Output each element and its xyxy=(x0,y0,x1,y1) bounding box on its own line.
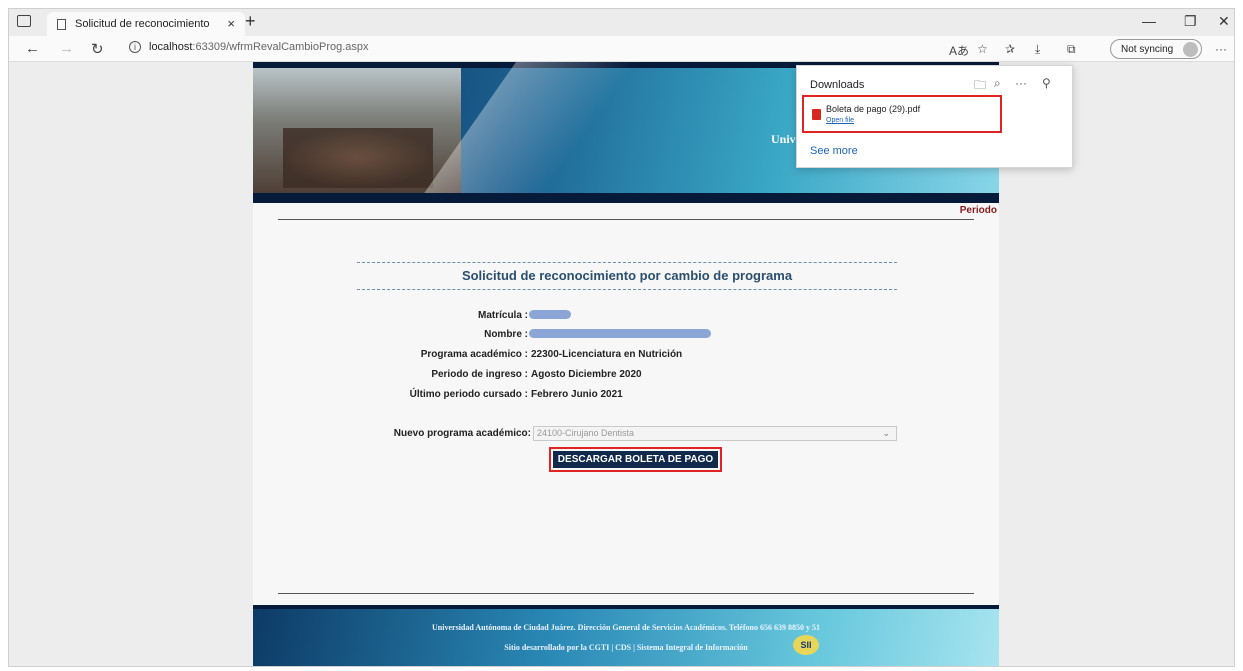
more-menu-icon[interactable]: ··· xyxy=(1215,42,1227,56)
new-program-selected: 24100-Cirujano Dentista xyxy=(537,428,635,438)
tab-strip: Solicitud de reconocimiento × + — ❐ ✕ xyxy=(9,9,1234,36)
read-aloud-icon[interactable]: Aあ xyxy=(949,42,969,59)
url-path: :63309/wfrmRevalCambioProg.aspx xyxy=(192,41,369,53)
redacted-matricula xyxy=(529,310,571,319)
back-icon[interactable]: ← xyxy=(25,40,40,57)
url-host: localhost xyxy=(149,41,193,53)
downloads-title: Downloads xyxy=(810,79,865,91)
download-item[interactable]: Boleta de pago (29).pdf Open file xyxy=(802,95,1002,133)
profile-label: Not syncing xyxy=(1121,43,1174,55)
minimize-icon[interactable]: — xyxy=(1142,13,1156,29)
field-label-nombre: Nombre : xyxy=(484,329,528,340)
divider-bottom xyxy=(278,593,974,594)
more-options-icon[interactable]: ··· xyxy=(1015,76,1027,90)
form-title: Solicitud de reconocimiento por cambio d… xyxy=(461,268,793,283)
avatar-icon xyxy=(1183,42,1198,57)
chevron-down-icon: ⌄ xyxy=(882,428,890,438)
maximize-icon[interactable]: ❐ xyxy=(1184,13,1197,30)
tab-title: Solicitud de reconocimiento xyxy=(75,18,210,30)
field-label-programa: Programa académico : xyxy=(420,349,528,360)
url-field[interactable]: i localhost :63309/wfrmRevalCambioProg.a… xyxy=(129,41,369,53)
header-photo xyxy=(253,68,461,193)
header-university-text: Univ xyxy=(771,132,796,146)
profile-button[interactable]: Not syncing xyxy=(1110,39,1202,59)
field-value-programa: 22300-Licenciatura en Nutrición xyxy=(531,349,683,360)
site-info-icon[interactable]: i xyxy=(129,41,141,53)
pdf-icon xyxy=(812,109,821,120)
browser-window: Solicitud de reconocimiento × + — ❐ ✕ ← … xyxy=(8,8,1235,667)
collections-icon[interactable]: ⧉ xyxy=(1067,42,1076,57)
sii-logo: SII xyxy=(793,635,819,655)
new-tab-button[interactable]: + xyxy=(245,11,256,32)
field-label-ultimo-periodo: Último periodo cursado : xyxy=(409,389,528,400)
field-value-periodo-ingreso: Agosto Diciembre 2020 xyxy=(531,369,642,380)
period-label: Periodo xyxy=(959,205,997,216)
forward-icon[interactable]: → xyxy=(59,40,74,57)
address-bar-row: ← → ↻ i localhost :63309/wfrmRevalCambio… xyxy=(9,36,1234,62)
pin-icon[interactable]: ⚲ xyxy=(1042,76,1051,90)
open-folder-icon[interactable]: 🗀 xyxy=(974,76,986,97)
divider-top xyxy=(278,219,974,220)
favorites-icon[interactable]: ✰ xyxy=(1005,42,1015,56)
close-window-icon[interactable]: ✕ xyxy=(1218,13,1230,30)
redacted-nombre xyxy=(529,329,711,338)
new-program-select[interactable]: 24100-Cirujano Dentista ⌄ xyxy=(533,426,897,441)
field-label-periodo-ingreso: Periodo de ingreso : xyxy=(431,369,528,380)
browser-tab[interactable]: Solicitud de reconocimiento × xyxy=(47,12,245,36)
page-icon xyxy=(57,18,66,30)
refresh-icon[interactable]: ↻ xyxy=(91,40,104,58)
open-file-link[interactable]: Open file xyxy=(826,117,854,124)
download-file-name: Boleta de pago (29).pdf xyxy=(826,104,921,114)
downloads-icon[interactable]: ⤓ xyxy=(1035,42,1040,57)
downloads-panel: Downloads 🗀 ⌕ ··· ⚲ Boleta de pago (29).… xyxy=(796,65,1073,168)
field-label-matricula: Matrícula : xyxy=(477,310,528,321)
site-footer: Universidad Autónoma de Ciudad Juárez. D… xyxy=(253,605,999,666)
footer-credits-text: Sitio desarrollado por la CGTI | CDS | S… xyxy=(504,643,748,652)
new-program-label: Nuevo programa académico: xyxy=(393,428,531,439)
form-title-box: Solicitud de reconocimiento por cambio d… xyxy=(357,262,897,290)
header-bottom-bar xyxy=(253,193,999,203)
see-more-link[interactable]: See more xyxy=(810,145,858,157)
tab-actions-icon[interactable] xyxy=(17,15,31,27)
close-tab-icon[interactable]: × xyxy=(227,16,235,31)
favorite-icon[interactable]: ☆ xyxy=(977,42,988,56)
download-payment-slip-button[interactable]: DESCARGAR BOLETA DE PAGO xyxy=(549,447,722,472)
footer-top-bar xyxy=(253,605,999,609)
search-icon[interactable]: ⌕ xyxy=(994,76,1001,91)
footer-contact-text: Universidad Autónoma de Ciudad Juárez. D… xyxy=(432,623,820,632)
field-value-ultimo-periodo: Febrero Junio 2021 xyxy=(531,389,623,400)
